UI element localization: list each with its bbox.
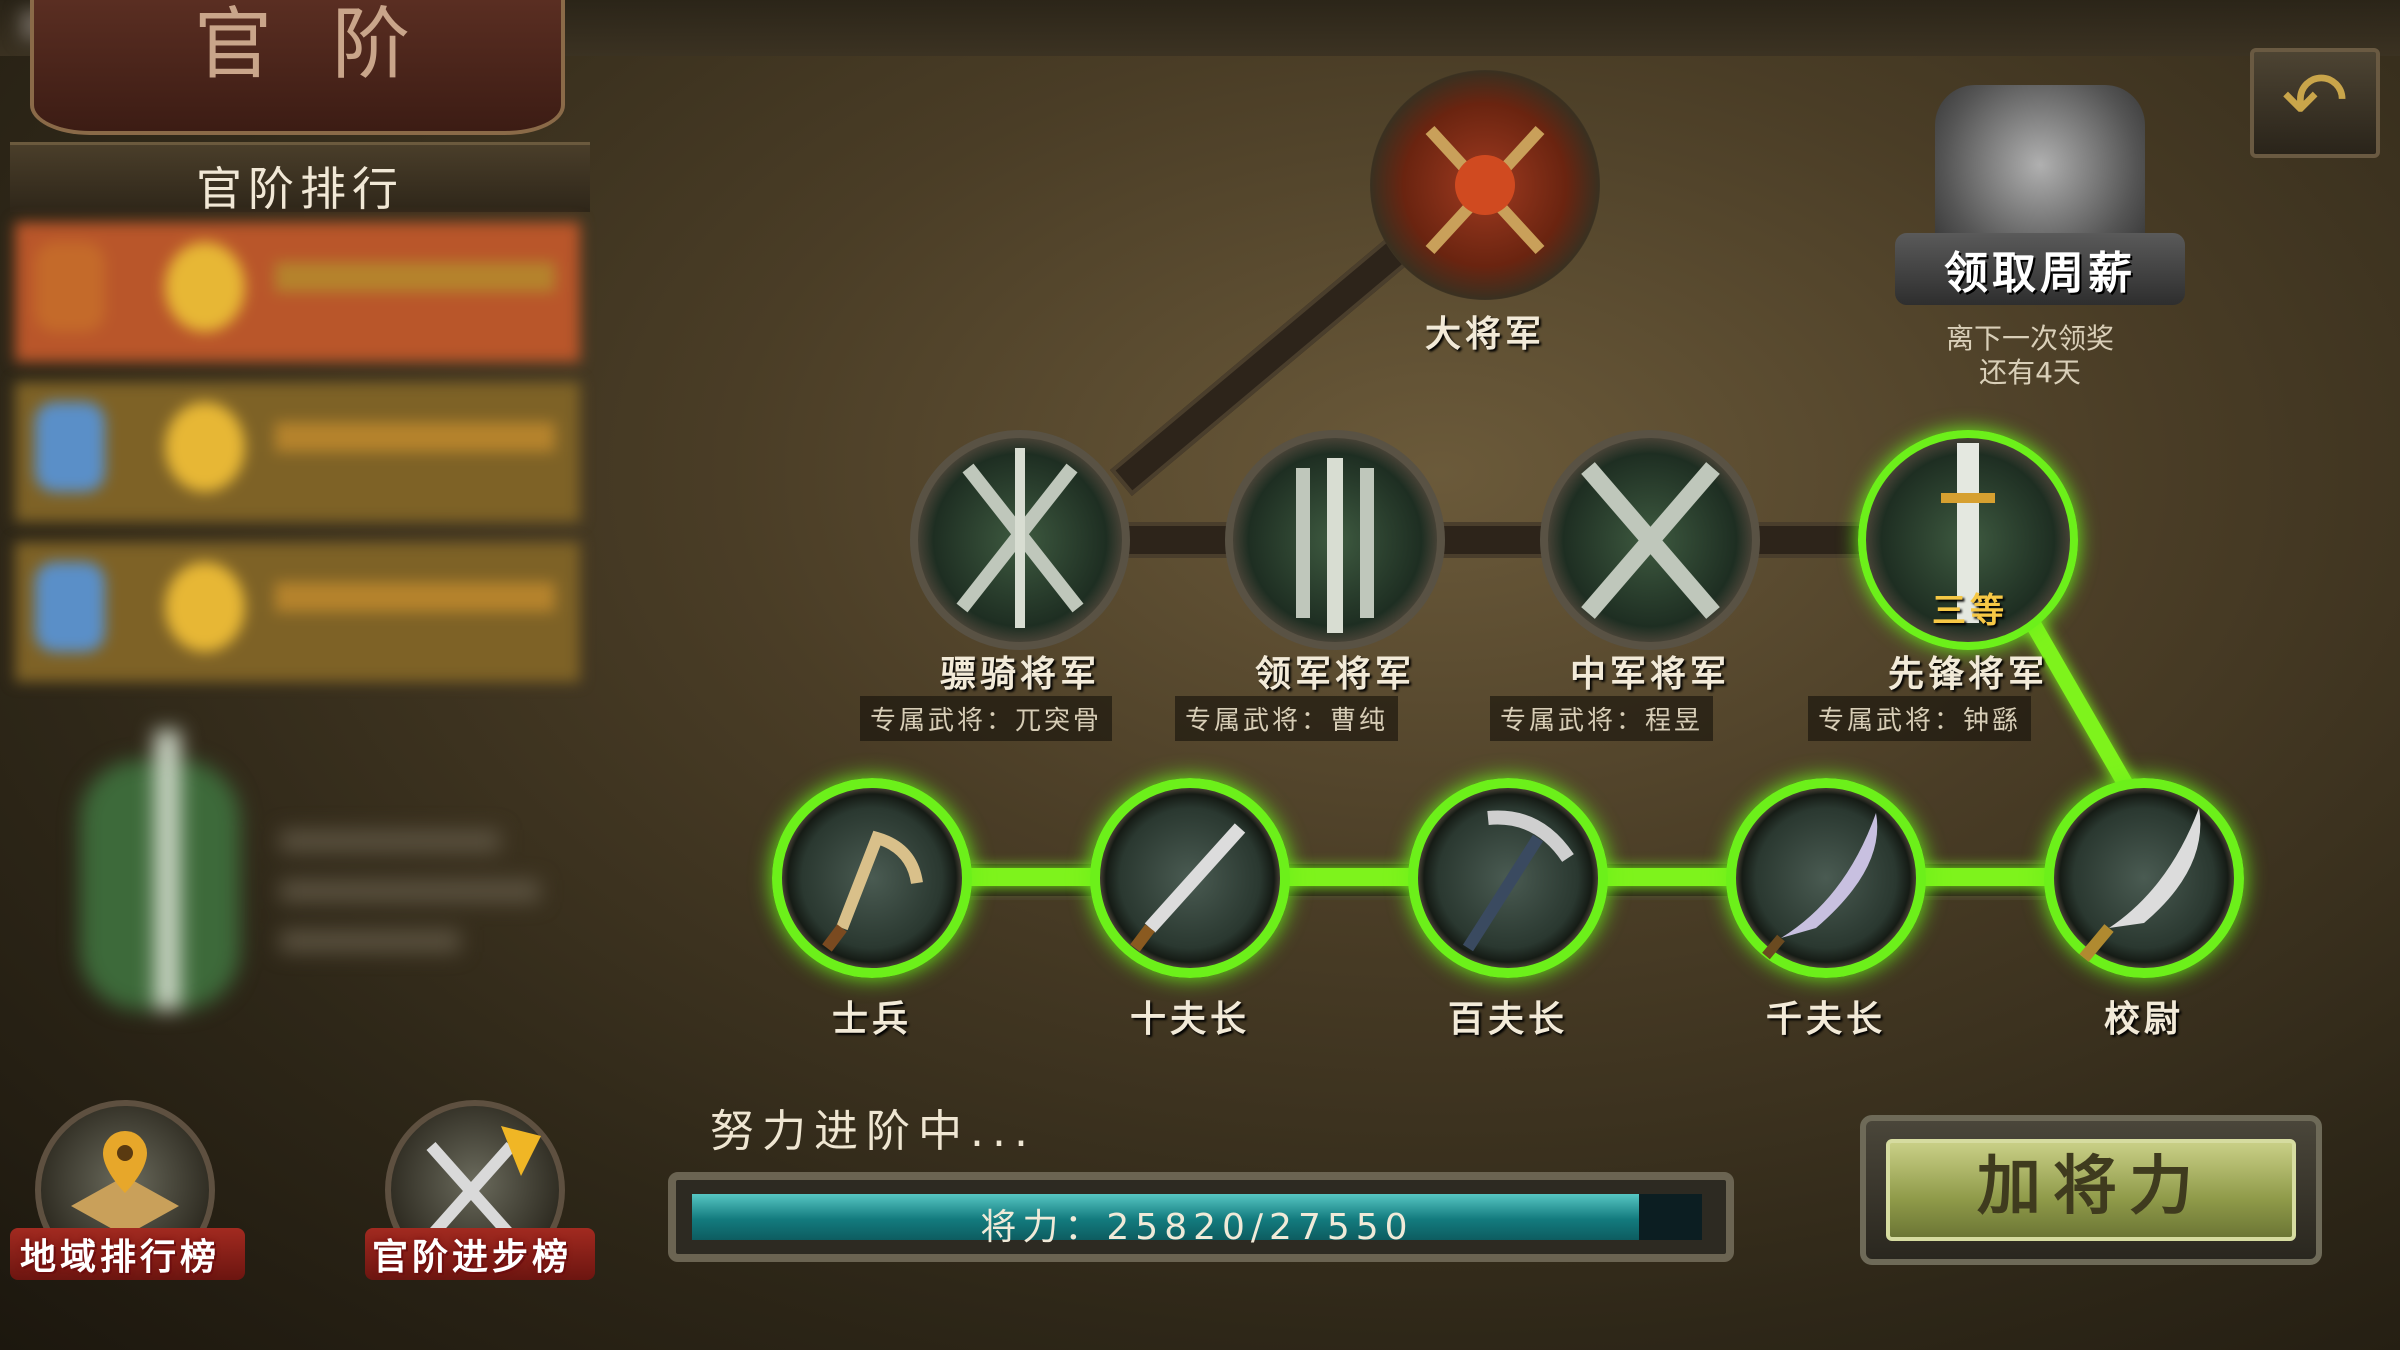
tier-node-zhongjun[interactable] bbox=[1540, 430, 1760, 650]
triple-swords-icon bbox=[1296, 458, 1374, 633]
tier-name-piaoqi: 骠骑将军 bbox=[939, 654, 1100, 695]
crossed-swords-icon bbox=[1581, 462, 1720, 619]
tier-name-xianfeng: 先锋将军 bbox=[1887, 654, 2048, 695]
list-item[interactable] bbox=[15, 382, 580, 522]
regional-ranking-label: 地域排行榜 bbox=[20, 1237, 221, 1278]
tier-name-zhongjun: 中军将军 bbox=[1569, 654, 1730, 695]
tier-name-lingjun: 领军将军 bbox=[1254, 654, 1415, 695]
next-reward-line1: 离下一次领奖 bbox=[1945, 322, 2114, 355]
ranking-header: 官阶排行 bbox=[10, 142, 590, 216]
tier-node-xiaowei[interactable] bbox=[2044, 778, 2244, 978]
tier-name-shifuzhang: 十夫长 bbox=[1129, 999, 1250, 1040]
power-progress-bar: 将力：25820/27550 bbox=[668, 1172, 1734, 1262]
tier-name-xiaowei: 校尉 bbox=[2103, 999, 2184, 1040]
back-button[interactable]: ↶ bbox=[2250, 48, 2380, 158]
tier-name-grand: 大将军 bbox=[1424, 314, 1545, 355]
tier-node-lingjun[interactable] bbox=[1225, 430, 1445, 650]
exclusive-general-zhongjun: 专属武将：程昱 bbox=[1490, 696, 1714, 741]
tier-node-piaoqi[interactable] bbox=[910, 430, 1130, 650]
tier-node-qianfuzhang[interactable] bbox=[1726, 778, 1926, 978]
add-power-label: 加将力 bbox=[1977, 1149, 2205, 1224]
sickle-icon bbox=[822, 830, 923, 952]
page-title: 官阶 bbox=[194, 0, 471, 90]
my-rank-avatar bbox=[40, 720, 560, 1020]
exclusive-general-piaoqi: 专属武将：兀突骨 bbox=[860, 696, 1113, 741]
tier-name-soldier: 士兵 bbox=[831, 999, 912, 1040]
ranking-title: 官阶排行 bbox=[196, 162, 404, 216]
dagger-icon bbox=[1130, 823, 1246, 952]
rank-progress-label: 官阶进步榜 bbox=[372, 1237, 573, 1278]
next-reward-note: 离下一次领奖 还有4天 bbox=[1900, 322, 2160, 390]
tier-node-soldier[interactable] bbox=[772, 778, 972, 978]
page-title-plaque: 官阶 bbox=[30, 0, 565, 135]
tier-badge: 三等 bbox=[1932, 591, 2008, 631]
glaive-icon bbox=[2079, 808, 2201, 962]
tier-name-qianfuzhang: 千夫长 bbox=[1765, 999, 1886, 1040]
axe-emblem-icon bbox=[1425, 125, 1545, 255]
exclusive-general-lingjun: 专属武将：曹纯 bbox=[1175, 696, 1399, 741]
list-item[interactable] bbox=[15, 542, 580, 682]
pickaxe-icon bbox=[1462, 810, 1574, 952]
back-arrow-icon: ↶ bbox=[2281, 54, 2349, 147]
exclusive-general-xianfeng: 专属武将：钟繇 bbox=[1808, 696, 2032, 741]
power-progress-text: 将力：25820/27550 bbox=[980, 1207, 1414, 1248]
add-power-button[interactable]: 加将力 bbox=[1860, 1115, 2322, 1265]
advancing-status: 努力进阶中... bbox=[710, 1106, 1036, 1157]
crossed-swords-icon bbox=[956, 448, 1084, 628]
claim-salary-button[interactable]: 领取周薪 bbox=[1895, 233, 2185, 305]
list-item[interactable] bbox=[15, 222, 580, 362]
broadsword-icon bbox=[1762, 813, 1878, 960]
tier-node-baifuzhang[interactable] bbox=[1408, 778, 1608, 978]
tier-node-shifuzhang[interactable] bbox=[1090, 778, 1290, 978]
grand-general-emblem[interactable] bbox=[1370, 70, 1600, 300]
tier-name-baifuzhang: 百夫长 bbox=[1447, 999, 1568, 1040]
next-reward-line2: 还有4天 bbox=[1979, 356, 2081, 389]
